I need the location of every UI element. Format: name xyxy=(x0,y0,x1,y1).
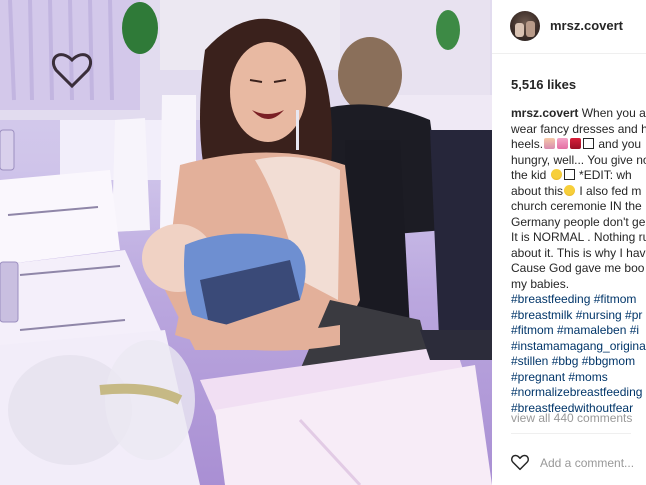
post-header: mrsz.covert xyxy=(492,0,646,54)
earring xyxy=(296,110,299,150)
table-left xyxy=(0,170,120,265)
heart-icon[interactable] xyxy=(510,453,530,471)
caption-line: wear fancy dresses and h xyxy=(511,122,646,138)
caption-text: church ceremonie IN the xyxy=(511,199,642,213)
caption-line: #instamamagang_origina xyxy=(511,339,646,355)
caption-text: It is NORMAL . Nothing ru xyxy=(511,230,646,244)
caption-text: and you xyxy=(595,137,642,151)
caption-line: about this I also fed m xyxy=(511,184,646,200)
caption-text: hungry, well... You give no xyxy=(511,152,646,167)
post-photo[interactable] xyxy=(0,0,492,485)
plant-right xyxy=(436,10,460,50)
woman-icon xyxy=(544,138,556,149)
post-sidebar: mrsz.covert 5,516 likes mrsz.covert When… xyxy=(492,0,646,485)
laugh-icon xyxy=(564,184,576,196)
caption-text: heels. xyxy=(511,137,544,151)
caption-line: mrsz.covert When you ar xyxy=(511,106,646,122)
plant xyxy=(122,2,158,54)
caption-line: about it. This is why I hav xyxy=(511,246,646,262)
caption-text: *EDIT: wh xyxy=(575,168,632,182)
hashtag-line[interactable]: #fitmom #mamaleben #i xyxy=(511,323,639,337)
chair-bottom xyxy=(420,330,492,360)
caption-line: #normalizebreastfeeding xyxy=(511,385,646,401)
box-icon xyxy=(583,138,595,149)
caption-text: my babies. xyxy=(511,276,570,291)
water-jug-2 xyxy=(105,340,195,460)
divider xyxy=(511,433,631,434)
caption-line: Cause God gave me boo xyxy=(511,261,646,277)
likes-count[interactable]: 5,516 likes xyxy=(511,77,576,92)
dark-chair-right xyxy=(430,130,492,360)
woman-face xyxy=(230,42,306,142)
caption-line: heels. and you xyxy=(511,137,646,153)
caption-text: the kid xyxy=(511,168,550,182)
caption-line: hungry, well... You give no xyxy=(511,153,646,169)
avatar[interactable] xyxy=(510,11,540,41)
box-icon xyxy=(563,169,575,180)
caption-line: #fitmom #mamaleben #i xyxy=(511,323,646,339)
view-all-comments-link[interactable]: view all 440 comments xyxy=(511,411,632,425)
photo-scene xyxy=(0,0,492,485)
caption-text: wear fancy dresses and h xyxy=(511,121,646,136)
caption-line: #breastfeeding #fitmom xyxy=(511,292,646,308)
caption-line: #stillen #bbg #bbgmom xyxy=(511,354,646,370)
caption-line: #pregnant #moms xyxy=(511,370,646,386)
caption-line: #breastmilk #nursing #pr xyxy=(511,308,646,324)
chair-cover xyxy=(112,118,150,232)
caption-line: Germany people don't ge xyxy=(511,215,646,231)
hashtag-line[interactable]: #stillen #bbg #bbgmom xyxy=(511,354,635,368)
caption-text: Cause God gave me boo xyxy=(511,261,645,275)
caption-line: the kid *EDIT: wh xyxy=(511,168,646,184)
post-username[interactable]: mrsz.covert xyxy=(550,18,623,33)
add-comment-input[interactable]: Add a comment... xyxy=(540,456,634,470)
caption-text: I also fed m xyxy=(576,183,642,198)
hashtag-line[interactable]: #normalizebreastfeeding xyxy=(511,385,642,399)
grin-icon xyxy=(550,169,562,180)
high-heel-icon xyxy=(570,138,582,149)
caption-text: Germany people don't ge xyxy=(511,214,646,229)
hashtag-line[interactable]: #breastfeeding #fitmom xyxy=(511,292,636,306)
caption-line: church ceremonie IN the xyxy=(511,199,646,215)
caption-text: about this xyxy=(511,183,564,198)
post-caption: mrsz.covert When you ar wear fancy dresse… xyxy=(511,106,646,416)
guest-hair xyxy=(338,37,402,113)
glass-2 xyxy=(0,129,15,171)
hashtag-line[interactable]: #instamamagang_origina xyxy=(511,339,646,353)
caption-line: my babies. xyxy=(511,277,646,293)
caption-line: It is NORMAL . Nothing ru xyxy=(511,230,646,246)
hashtag-line[interactable]: #pregnant #moms xyxy=(511,370,608,384)
glass xyxy=(0,261,19,323)
hashtag-line[interactable]: #breastmilk #nursing #pr xyxy=(511,308,642,322)
dress-icon xyxy=(557,138,569,149)
caption-username[interactable]: mrsz.covert xyxy=(511,106,578,120)
caption-text: When you ar xyxy=(578,106,646,120)
caption-text: about it. This is why I hav xyxy=(511,245,646,260)
